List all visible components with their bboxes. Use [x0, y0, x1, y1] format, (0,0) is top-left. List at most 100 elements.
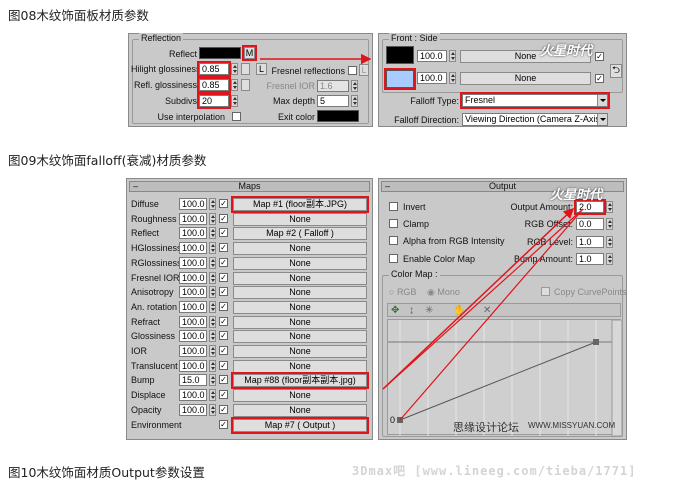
rgb-level-spinner[interactable] [606, 236, 613, 248]
bump-amount-spinner[interactable] [606, 253, 613, 265]
rgb-level-input[interactable]: 1.0 [576, 236, 604, 248]
map-amount-input[interactable]: 100.0 [179, 301, 207, 313]
use-interpolation-checkbox[interactable] [232, 112, 241, 121]
rgb-offset-spinner[interactable] [606, 218, 613, 230]
map-enable-checkbox[interactable]: ✓ [219, 273, 228, 282]
map-amount-spinner[interactable] [209, 198, 216, 210]
curve-graph[interactable]: 0 [387, 319, 622, 436]
map-amount-spinner[interactable] [209, 316, 216, 328]
rgb-offset-input[interactable]: 0.0 [576, 218, 604, 230]
map-amount-spinner[interactable] [209, 242, 216, 254]
refl-glossiness-input[interactable]: 0.85 [197, 77, 231, 93]
side-color-swatch[interactable] [384, 68, 416, 90]
map-amount-input[interactable]: 100.0 [179, 227, 207, 239]
map-slot-button[interactable]: None [233, 286, 367, 299]
map-slot-button[interactable]: None [233, 242, 367, 255]
map-enable-checkbox[interactable]: ✓ [219, 346, 228, 355]
front-map-checkbox[interactable]: ✓ [595, 52, 604, 61]
enable-color-map-checkbox[interactable] [389, 254, 398, 263]
map-amount-spinner[interactable] [209, 286, 216, 298]
map-enable-checkbox[interactable]: ✓ [219, 375, 228, 384]
map-slot-button[interactable]: None [233, 213, 367, 226]
subdivs-input[interactable]: 20 [197, 93, 231, 109]
swap-colors-icon[interactable]: ⮌ [610, 64, 622, 78]
map-amount-input[interactable]: 100.0 [179, 286, 207, 298]
fresnel-reflections-checkbox[interactable] [348, 66, 357, 75]
map-slot-button[interactable]: Map #7 ( Output ) [231, 417, 369, 434]
map-slot-button[interactable]: Map #1 (floor副本.JPG) [231, 196, 369, 213]
map-slot-button[interactable]: None [233, 316, 367, 329]
side-map-button[interactable]: None [460, 72, 591, 85]
map-slot-button[interactable]: None [233, 404, 367, 417]
map-slot-button[interactable]: None [233, 345, 367, 358]
map-amount-input[interactable]: 15.0 [179, 374, 207, 386]
side-map-checkbox[interactable]: ✓ [595, 74, 604, 83]
fresnel-ior-spinner[interactable] [351, 80, 358, 92]
reflect-color-swatch[interactable] [199, 47, 241, 59]
side-amount-input[interactable]: 100.0 [417, 72, 447, 84]
map-enable-checkbox[interactable]: ✓ [219, 243, 228, 252]
map-enable-checkbox[interactable]: ✓ [219, 420, 228, 429]
hilight-glossiness-input[interactable]: 0.85 [197, 61, 231, 77]
fresnel-ior-input[interactable]: 1.6 [317, 80, 349, 92]
map-enable-checkbox[interactable]: ✓ [219, 317, 228, 326]
delete-point-icon[interactable]: ✕ [483, 305, 491, 316]
falloff-direction-dropdown[interactable]: Viewing Direction (Camera Z-Axis) [462, 113, 608, 126]
map-amount-input[interactable]: 100.0 [179, 345, 207, 357]
map-enable-checkbox[interactable]: ✓ [219, 258, 228, 267]
map-amount-input[interactable]: 100.0 [179, 389, 207, 401]
map-enable-checkbox[interactable]: ✓ [219, 287, 228, 296]
map-amount-spinner[interactable] [209, 345, 216, 357]
alpha-from-rgb-checkbox[interactable] [389, 236, 398, 245]
mono-radio[interactable]: ◉ Mono [427, 287, 460, 298]
map-amount-spinner[interactable] [209, 301, 216, 313]
map-amount-spinner[interactable] [209, 227, 216, 239]
scale-point-icon[interactable]: ↨ [409, 305, 414, 316]
side-amount-spinner[interactable] [449, 72, 456, 84]
hilight-glossiness-spinner[interactable] [231, 63, 238, 75]
map-slot-button[interactable]: None [233, 360, 367, 373]
map-amount-spinner[interactable] [209, 213, 216, 225]
reflect-map-button[interactable]: M [242, 45, 257, 61]
map-enable-checkbox[interactable]: ✓ [219, 361, 228, 370]
hilight-map-button[interactable] [241, 63, 250, 75]
bump-amount-input[interactable]: 1.0 [576, 253, 604, 265]
map-amount-input[interactable]: 100.0 [179, 404, 207, 416]
move-icon[interactable]: ✥ [391, 305, 399, 316]
subdivs-spinner[interactable] [231, 95, 238, 107]
front-amount-input[interactable]: 100.0 [417, 50, 447, 62]
map-enable-checkbox[interactable]: ✓ [219, 331, 228, 340]
map-slot-button[interactable]: None [233, 257, 367, 270]
copy-curve-checkbox[interactable] [541, 287, 550, 296]
exit-color-swatch[interactable] [317, 110, 359, 122]
map-amount-input[interactable]: 100.0 [179, 257, 207, 269]
fresnel-lock-button[interactable]: L [359, 64, 369, 76]
rgb-radio[interactable]: ○ RGB [389, 287, 416, 297]
clamp-checkbox[interactable] [389, 219, 398, 228]
refl-glossiness-spinner[interactable] [231, 79, 238, 91]
map-enable-checkbox[interactable]: ✓ [219, 405, 228, 414]
map-amount-spinner[interactable] [209, 272, 216, 284]
map-amount-spinner[interactable] [209, 360, 216, 372]
map-amount-spinner[interactable] [209, 389, 216, 401]
map-amount-spinner[interactable] [209, 374, 216, 386]
map-slot-button[interactable]: Map #88 (floor副本副本.jpg) [231, 372, 369, 389]
map-amount-spinner[interactable] [209, 330, 216, 342]
map-slot-button[interactable]: None [233, 330, 367, 343]
map-amount-input[interactable]: 100.0 [179, 242, 207, 254]
map-enable-checkbox[interactable]: ✓ [219, 199, 228, 208]
map-amount-input[interactable]: 100.0 [179, 330, 207, 342]
maps-rollout-header[interactable]: – Maps [129, 181, 370, 192]
map-amount-input[interactable]: 100.0 [179, 272, 207, 284]
map-amount-input[interactable]: 100.0 [179, 213, 207, 225]
map-slot-button[interactable]: None [233, 389, 367, 402]
front-color-swatch[interactable] [386, 46, 414, 64]
map-amount-spinner[interactable] [209, 404, 216, 416]
map-enable-checkbox[interactable]: ✓ [219, 214, 228, 223]
map-amount-input[interactable]: 100.0 [179, 360, 207, 372]
map-enable-checkbox[interactable]: ✓ [219, 228, 228, 237]
falloff-type-dropdown[interactable]: Fresnel [460, 92, 610, 109]
max-depth-input[interactable]: 5 [317, 95, 349, 107]
map-amount-spinner[interactable] [209, 257, 216, 269]
max-depth-spinner[interactable] [351, 95, 358, 107]
